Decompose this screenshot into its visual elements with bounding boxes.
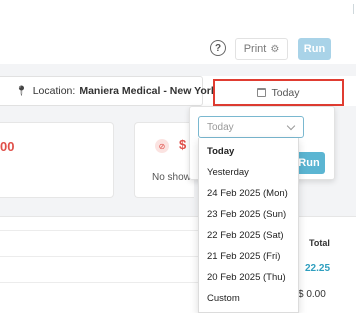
date-filter-label: Today: [271, 86, 300, 99]
location-filter[interactable]: 📍︎ Location: Maniera Medical - New York: [0, 76, 217, 106]
alert-icon: ⊘: [155, 139, 169, 153]
card-amount: $: [179, 137, 187, 152]
location-label: Location:: [32, 85, 76, 97]
question-circle-icon[interactable]: ?: [210, 40, 226, 56]
menu-item-custom[interactable]: Custom: [199, 288, 298, 309]
table-divider: [0, 282, 200, 283]
menu-item-date[interactable]: 22 Feb 2025 (Sat): [199, 225, 298, 246]
calendar-icon: [257, 88, 267, 97]
menu-item-date[interactable]: 24 Feb 2025 (Mon): [199, 183, 298, 204]
location-value: Maniera Medical - New York: [79, 85, 217, 97]
total-cell: $ 0.00: [298, 289, 326, 300]
no-show-card: ⊘ $ No show: [134, 122, 194, 198]
gear-icon: ⚙: [270, 43, 280, 55]
card-caption: No show: [152, 172, 191, 183]
menu-item-date[interactable]: 21 Feb 2025 (Fri): [199, 246, 298, 267]
table-divider: [0, 256, 200, 257]
location-pin-icon: 📍︎: [15, 85, 28, 97]
date-filter-button[interactable]: Today: [213, 79, 344, 106]
date-select[interactable]: Today: [198, 116, 304, 138]
summary-card: 00: [0, 122, 114, 198]
table-divider: [0, 230, 200, 231]
run-button[interactable]: Run: [298, 38, 331, 60]
menu-item-date[interactable]: 20 Feb 2025 (Thu): [199, 267, 298, 288]
menu-item-today[interactable]: Today: [199, 141, 298, 162]
total-column-header: Total: [309, 238, 330, 248]
menu-item-yesterday[interactable]: Yesterday: [199, 162, 298, 183]
divider: [353, 4, 354, 14]
card-amount: 00: [0, 139, 15, 154]
total-cell[interactable]: 22.25: [305, 263, 330, 274]
menu-item-date[interactable]: 23 Feb 2025 (Sun): [199, 204, 298, 225]
date-select-value: Today: [207, 121, 234, 133]
date-options-menu: Today Yesterday 24 Feb 2025 (Mon) 23 Feb…: [198, 138, 299, 313]
chevron-down-icon: [286, 121, 296, 131]
print-button[interactable]: Print ⚙: [235, 38, 288, 60]
print-label: Print: [243, 43, 267, 55]
